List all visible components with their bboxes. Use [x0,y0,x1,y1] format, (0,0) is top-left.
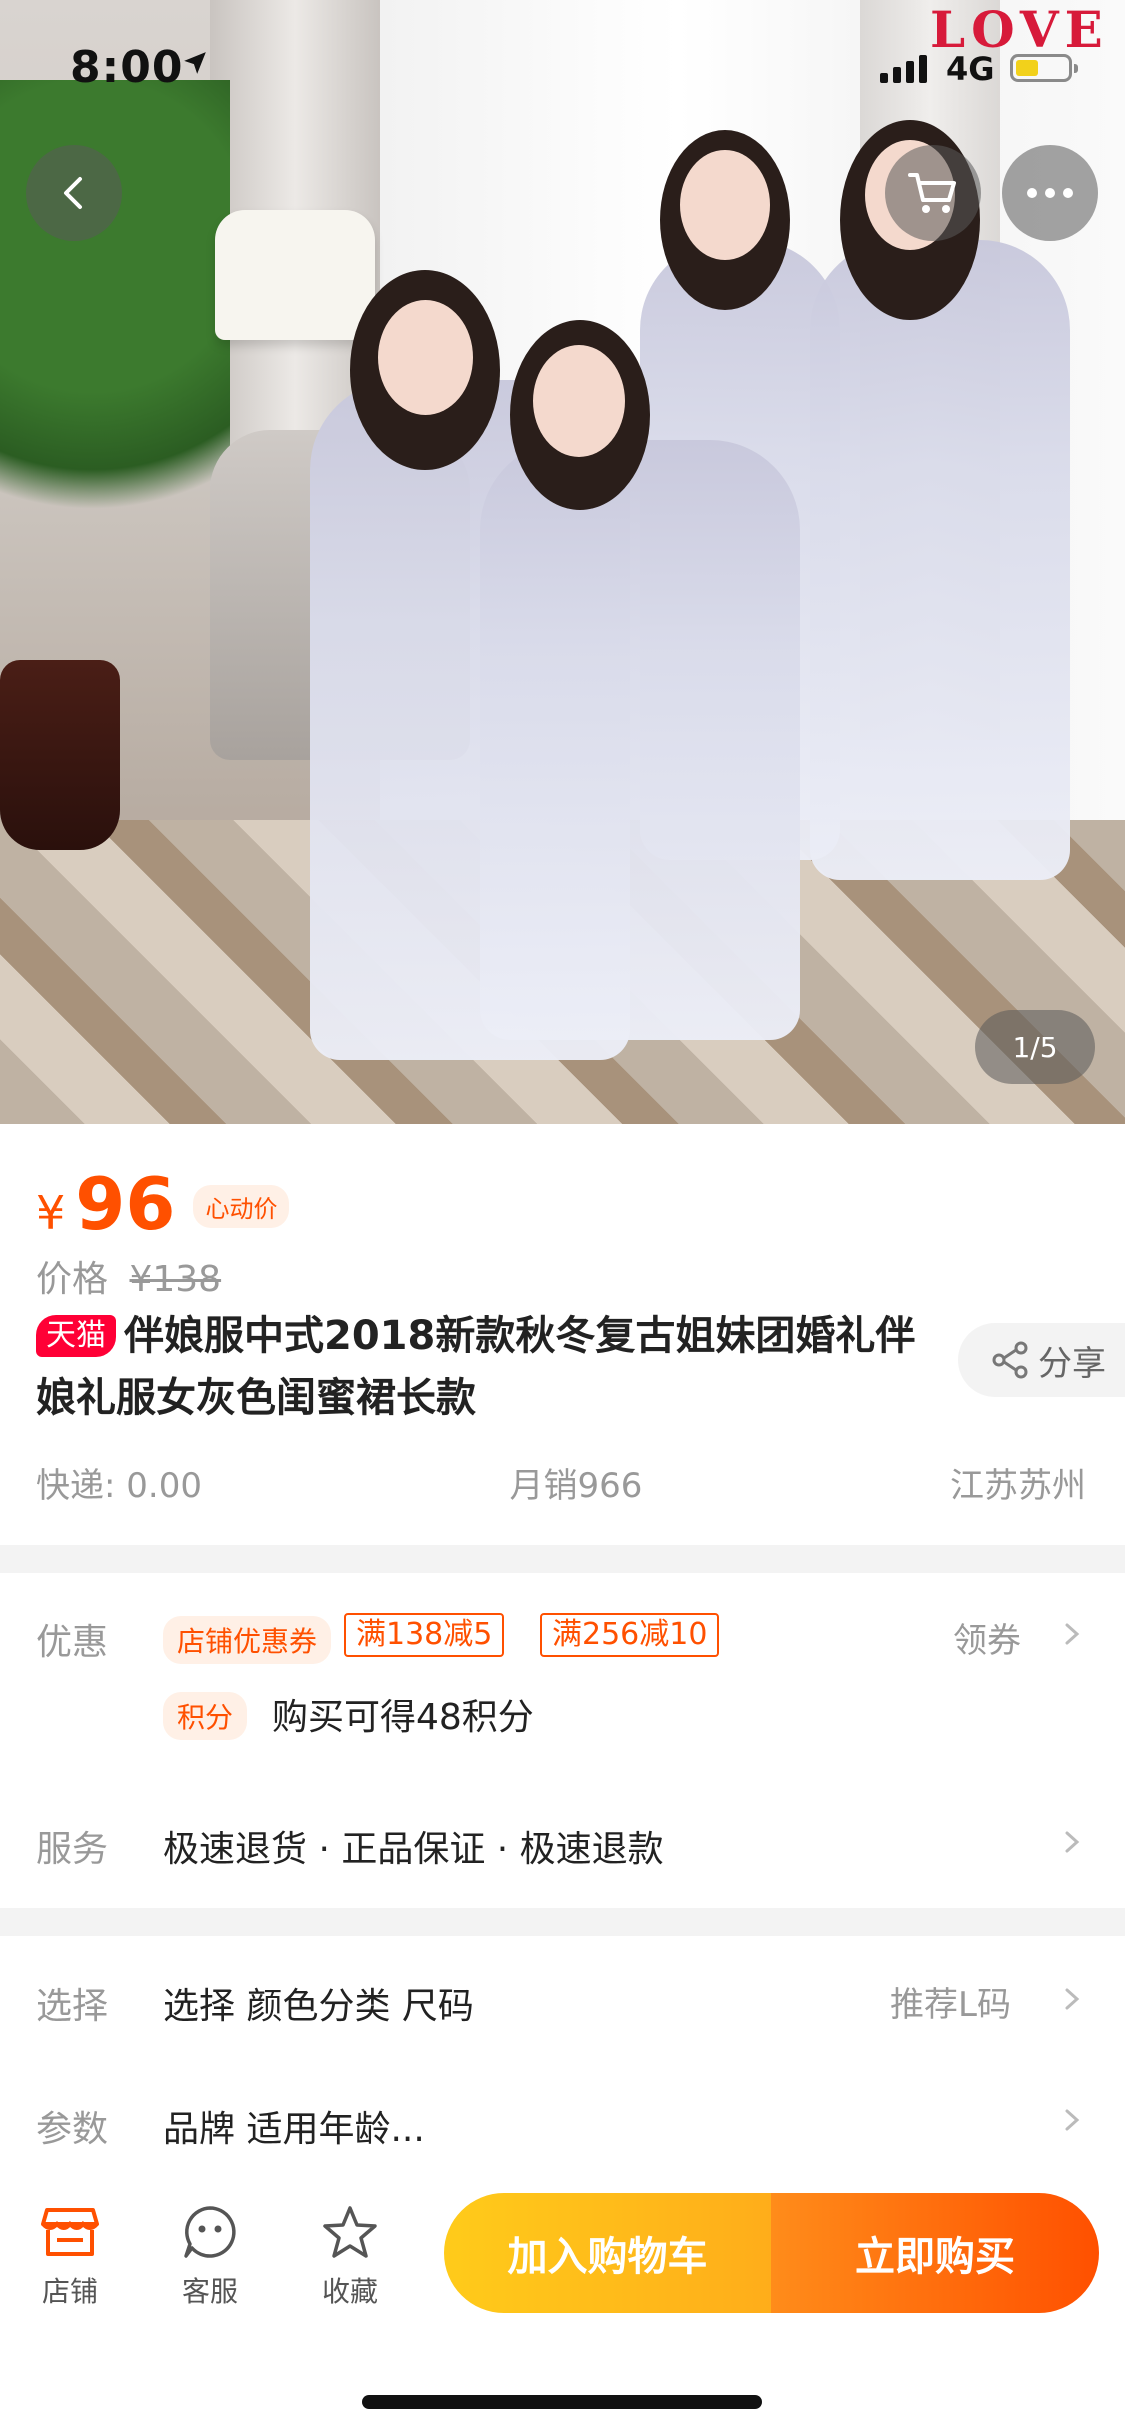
customer-service-label: 客服 [181,2275,238,2308]
status-bar: 8:00 4G [0,0,1125,132]
signal-icon [880,55,927,83]
plant [0,80,230,600]
tmall-badge: 天猫 [36,1315,116,1357]
location-arrow-icon [184,52,206,74]
current-price: 96 [75,1162,176,1246]
customer-service-tab[interactable]: 客服 [160,2200,260,2310]
chevron-left-icon [64,177,82,209]
store-tab-label: 店铺 [41,2275,98,2308]
product-image-gallery[interactable]: LOVE 8:00 4G 1/5 [0,0,1125,1124]
section-divider [0,1908,1125,1936]
price-row: ¥ 96 心动价 [36,1162,290,1246]
buy-now-button[interactable]: 立即购买 [771,2193,1099,2313]
cart-icon [908,173,956,213]
image-pager: 1/5 [975,1010,1095,1084]
product-title: 伴娘服中式2018新款秋冬复古姐妹团婚礼伴娘礼服女灰色闺蜜裙长款 [36,1313,916,1421]
claim-coupon-link[interactable]: 领券 [953,1613,1021,1662]
points-text: 购买可得48积分 [272,1697,534,1738]
store-icon [41,2208,99,2256]
plant-pot [0,660,120,850]
params-label: 参数 [36,2109,109,2150]
coupon-chip[interactable]: 满256减10 [540,1613,720,1657]
favorite-tab[interactable]: 收藏 [300,2200,400,2310]
points-badge: 积分 [163,1692,248,1740]
share-label: 分享 [1038,1343,1106,1384]
favorite-tab-label: 收藏 [321,2275,378,2308]
share-icon [992,1341,1028,1379]
coupon-chip[interactable]: 满138减5 [344,1613,505,1657]
currency-symbol: ¥ [36,1186,66,1240]
home-indicator [362,2395,762,2409]
store-coupon-badge: 店铺优惠券 [163,1616,332,1664]
back-button[interactable] [26,145,122,241]
status-time: 8:00 [70,42,184,93]
share-button[interactable]: 分享 [958,1323,1125,1397]
price-tag: 心动价 [193,1185,290,1228]
service-text: 极速退货 · 正品保证 · 极速退款 [163,1829,664,1870]
more-dots-icon [1027,188,1073,198]
lamp [215,210,375,340]
shipping-fee: 快递: 0.00 [36,1466,202,1506]
params-text: 品牌 适用年龄... [163,2109,425,2150]
original-price: ¥138 [129,1259,222,1300]
monthly-sales: 月销966 [509,1466,643,1506]
selection-label: 选择 [36,1986,109,2027]
selection-text: 选择 颜色分类 尺码 [163,1986,474,2027]
section-divider [0,1545,1125,1573]
model-face [533,345,625,457]
chat-smile-icon [184,2206,236,2258]
cart-button[interactable] [885,145,981,241]
product-title-block: 天猫 伴娘服中式2018新款秋冬复古姐妹团婚礼伴娘礼服女灰色闺蜜裙长款 [36,1305,936,1429]
chevron-right-icon [1065,2109,1080,2131]
chevron-right-icon [1065,1623,1080,1645]
original-price-label: 价格 [36,1259,109,1300]
store-tab[interactable]: 店铺 [20,2200,120,2310]
ship-from-location: 江苏苏州 [950,1466,1086,1506]
size-recommendation: 推荐L码 [890,1985,1011,2025]
battery-icon [1010,54,1078,82]
chevron-right-icon [1065,1988,1080,2010]
model-dress [480,440,800,1040]
original-price-row: 价格 ¥138 [36,1250,221,1302]
star-icon [323,2206,377,2258]
more-button[interactable] [1002,145,1098,241]
model-dress [810,240,1070,880]
service-label: 服务 [36,1829,109,1870]
add-to-cart-button[interactable]: 加入购物车 [444,2193,771,2313]
promotions-label: 优惠 [36,1622,109,1663]
model-face [680,150,770,260]
product-meta: 快递: 0.00 月销966 江苏苏州 [36,1458,1086,1507]
chevron-right-icon [1065,1831,1080,1853]
model-face [378,300,473,415]
network-type: 4G [946,50,995,88]
